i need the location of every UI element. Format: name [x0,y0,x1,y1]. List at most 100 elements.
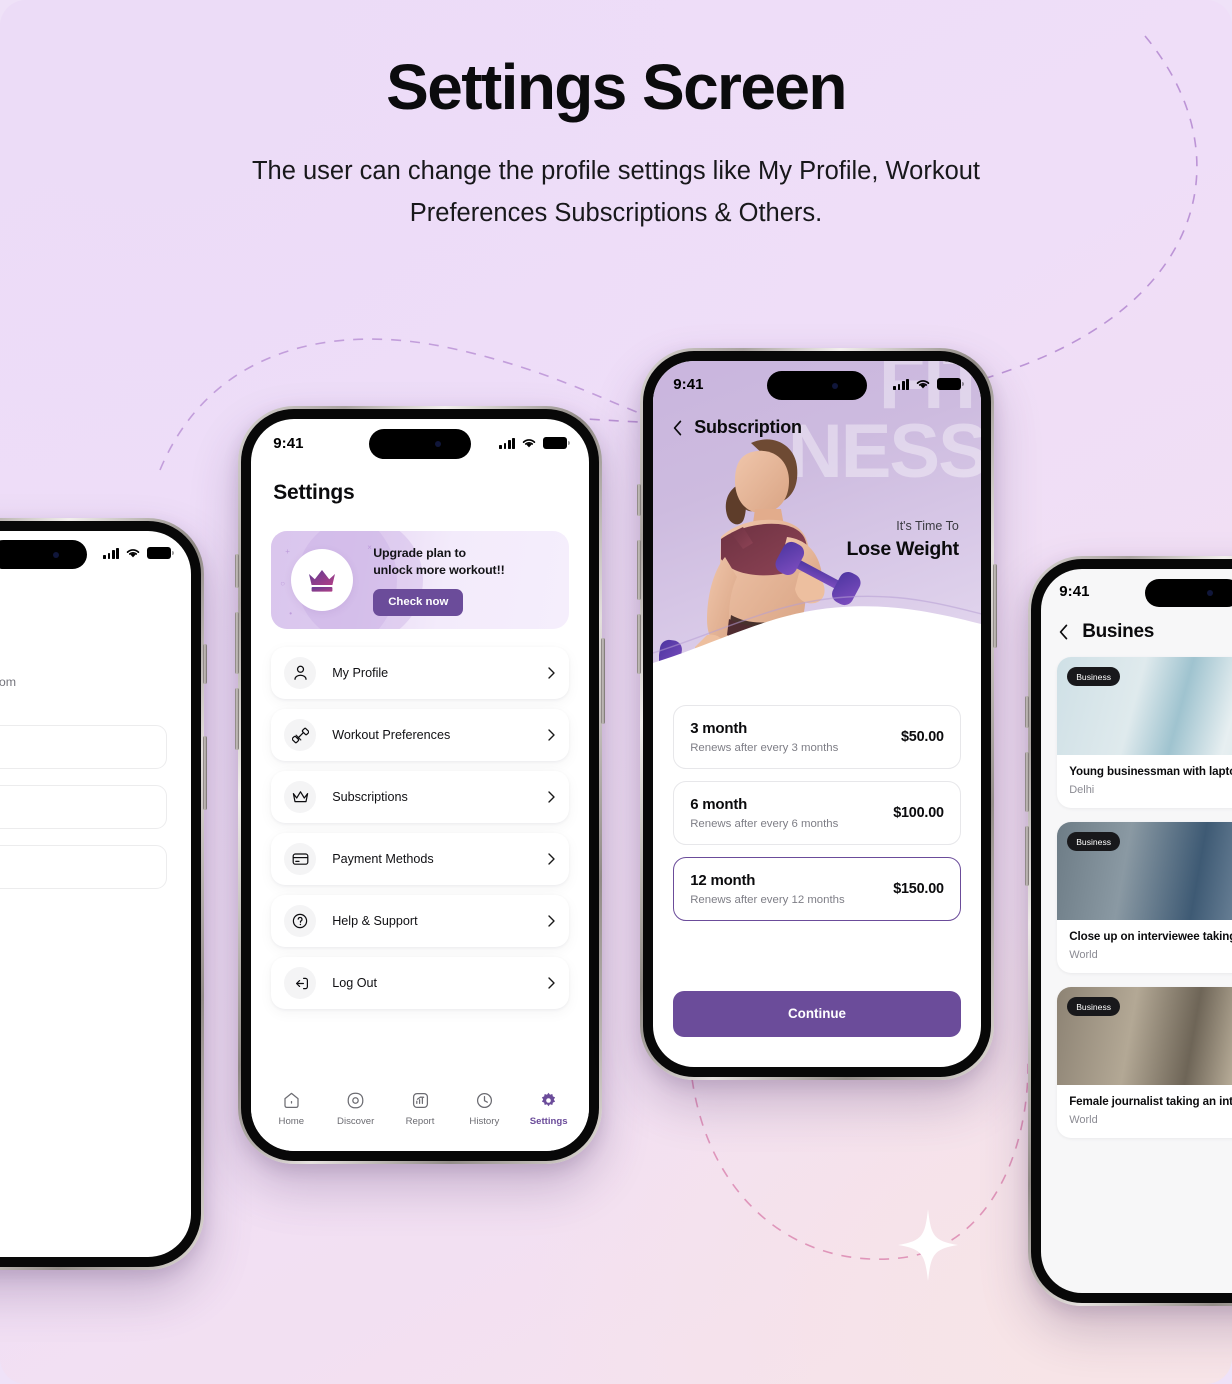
continue-button[interactable]: Continue [673,990,961,1037]
volume-down-button[interactable] [1025,826,1029,886]
tab-discover[interactable]: Discover [324,1091,388,1127]
mute-switch[interactable] [235,554,239,588]
tab-settings[interactable]: Settings [517,1091,581,1127]
plan-name: 6 month [690,796,748,814]
news-navbar: Busines [1041,613,1232,643]
chevron-right-icon [548,853,555,865]
power-button[interactable] [993,564,997,648]
article-card[interactable]: Business Young businessman with lapto De… [1057,657,1232,809]
article-card[interactable]: Business Female journalist taking an int… [1057,987,1232,1139]
menu-label: Workout Preferences [332,728,451,743]
article-tag: Business [1067,832,1121,852]
chevron-right-icon [548,915,555,927]
mute-switch[interactable] [637,484,641,516]
upgrade-banner[interactable]: + × ○ × • Upgrade plan to un [271,531,569,630]
profile-field-2[interactable] [0,785,167,830]
settings-phone: 9:41 Settings + × ○ • Upgrade plan to un… [235,406,605,1164]
menu-item-log-out[interactable]: Log Out [271,957,569,1010]
plan-card-12-month[interactable]: 12 month Renews after every 12 months $1… [673,857,961,922]
plan-name: 12 month [690,872,756,890]
plan-card-3-month[interactable]: 3 month Renews after every 3 months $50.… [673,705,961,770]
wifi-icon [916,380,930,389]
menu-label: Subscriptions [332,790,408,805]
hero-wave [653,595,981,692]
sparkle-icon: + [285,547,290,557]
plan-list: 3 month Renews after every 3 months $50.… [653,691,981,922]
menu-item-help-support[interactable]: Help & Support [271,895,569,948]
volume-down-button[interactable] [637,614,641,674]
news-phone: 9:41 Busines Business Young businessman … [1025,556,1232,1306]
profile-name: e cooper [0,649,191,668]
menu-item-my-profile[interactable]: My Profile [271,647,569,700]
article-image: Business [1057,657,1232,756]
sparkle-icon [898,1209,958,1281]
battery-icon [936,378,964,390]
wifi-icon [126,549,140,558]
tab-label: Home [278,1115,305,1127]
home-icon [284,1092,299,1108]
tab-label: Discover [337,1115,375,1127]
chevron-right-icon [548,977,555,989]
battery-icon [146,547,174,559]
cellular-signal-icon [103,547,119,559]
page-subtitle: The user can change the profile settings… [251,156,981,227]
chevron-left-icon[interactable] [673,420,682,436]
subscription-hero: FIT NESS 9:41 Subscription It's Time To … [653,361,981,692]
volume-up-button[interactable] [1025,752,1029,812]
tab-home[interactable]: Home [259,1091,323,1127]
settings-menu: My Profile Workout Preferences Subscript… [271,647,569,1010]
article-title: Close up on interviewee taking [1069,930,1232,944]
plan-price: $150.00 [893,881,944,898]
hero-title: Lose Weight [846,538,960,561]
hero-eyebrow: It's Time To [896,519,959,534]
page-title: Settings Screen [386,51,847,123]
dynamic-island [1145,579,1232,608]
mute-switch[interactable] [1025,696,1029,728]
chevron-right-icon [548,729,555,741]
cellular-signal-icon [893,378,909,390]
check-now-button[interactable]: Check now [373,588,464,616]
compass-icon [347,1092,364,1109]
hero-callout: It's Time To Lose Weight [846,519,960,561]
profile-email: cooper@gmail.com [0,675,17,690]
sparkle-icon: × [367,543,372,553]
profile-field-3[interactable]: om [0,845,167,890]
poster-heading: Settings Screen The user can change the … [0,51,1232,234]
tab-label: Report [405,1115,435,1127]
menu-item-subscriptions[interactable]: Subscriptions [271,771,569,824]
cellular-signal-icon [499,437,515,449]
screen-title: Settings [273,481,355,505]
logout-icon [284,967,317,1000]
plan-name: 3 month [690,720,748,738]
power-button[interactable] [601,638,605,724]
volume-up-button[interactable] [637,540,641,600]
article-card[interactable]: Business Close up on interviewee taking … [1057,822,1232,974]
plan-price: $100.00 [893,805,944,822]
menu-item-workout-preferences[interactable]: Workout Preferences [271,709,569,762]
banner-headline-1: Upgrade plan to [373,545,466,560]
menu-label: Log Out [332,976,377,991]
tab-report[interactable]: Report [388,1091,452,1127]
poster-canvas: Settings Screen The user can change the … [0,0,1232,1384]
tab-history[interactable]: History [452,1091,516,1127]
menu-label: Payment Methods [332,852,434,867]
menu-item-payment-methods[interactable]: Payment Methods [271,833,569,886]
plan-card-6-month[interactable]: 6 month Renews after every 6 months $100… [673,781,961,846]
tab-label: History [469,1115,500,1127]
user-icon [284,657,317,690]
chevron-right-icon [548,791,555,803]
volume-button[interactable] [203,736,207,810]
wifi-icon [522,439,536,448]
status-bar: 9:41 [653,361,981,407]
menu-label: My Profile [332,666,389,681]
volume-up-button[interactable] [235,612,239,674]
menu-label: Help & Support [332,914,418,929]
chevron-left-icon[interactable] [1059,624,1068,640]
article-list: Business Young businessman with lapto De… [1041,643,1232,1139]
article-tag: Business [1067,997,1121,1017]
article-category: World [1069,949,1098,962]
power-button[interactable] [203,644,207,684]
profile-field-1[interactable] [0,725,167,770]
dumbbell-icon [284,719,317,752]
volume-down-button[interactable] [235,688,239,750]
